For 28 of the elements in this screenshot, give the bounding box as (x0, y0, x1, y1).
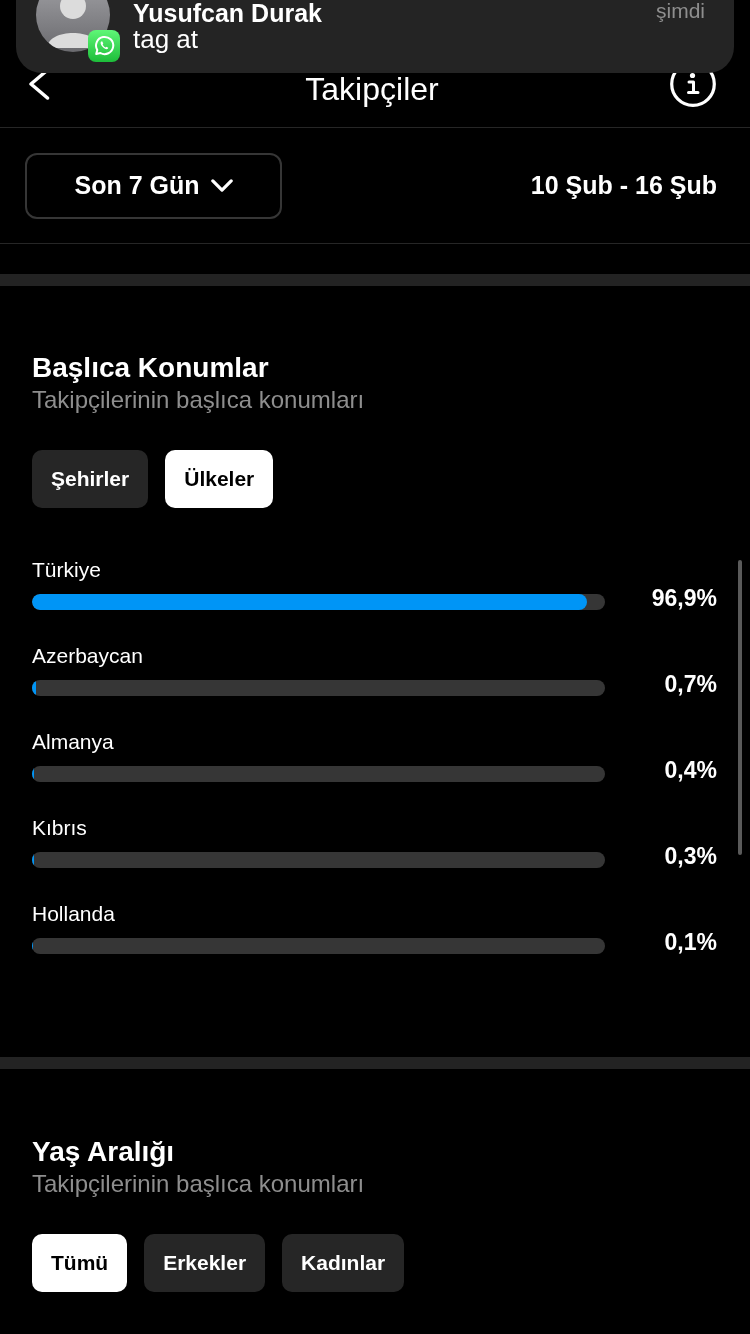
percent-value: 0,4% (663, 756, 717, 784)
section-title: Başlıca Konumlar (32, 351, 270, 385)
notification-message: tag at (133, 26, 200, 52)
percent-value: 0,7% (663, 670, 717, 698)
scrollbar[interactable] (738, 560, 742, 855)
filter-tab[interactable]: Tümü (32, 1234, 128, 1292)
period-dropdown[interactable]: Son 7 Gün (25, 152, 282, 219)
section-title: Yaş Aralığı (32, 1135, 176, 1169)
percent-value: 0,3% (663, 842, 717, 870)
section-subtitle: Takipçilerinin başlıca konumları (32, 385, 366, 415)
filter-tab[interactable]: Ülkeler (165, 450, 274, 508)
date-range: 10 Şub - 16 Şub (530, 171, 717, 200)
notification-banner[interactable]: Yusufcan Durak tag at şimdi (16, 0, 734, 73)
country-name: Kıbrıs (32, 815, 88, 841)
percent-value: 96,9% (650, 584, 717, 612)
country-name: Azerbaycan (32, 643, 144, 669)
chevron-down-icon (210, 179, 233, 192)
country-name: Türkiye (32, 557, 102, 583)
country-name: Almanya (32, 729, 115, 755)
percent-value: 0,1% (663, 928, 717, 956)
notification-time: şimdi (656, 0, 705, 22)
filter-tab[interactable]: Şehirler (32, 450, 149, 508)
filter-tab[interactable]: Kadınlar (282, 1234, 405, 1292)
country-name: Hollanda (32, 901, 116, 927)
filter-tab[interactable]: Erkekler (144, 1234, 266, 1292)
chat-bubble-icon (88, 30, 120, 62)
sender-name: Yusufcan Durak (133, 0, 323, 26)
section-subtitle: Takipçilerinin başlıca konumları (32, 1169, 366, 1199)
